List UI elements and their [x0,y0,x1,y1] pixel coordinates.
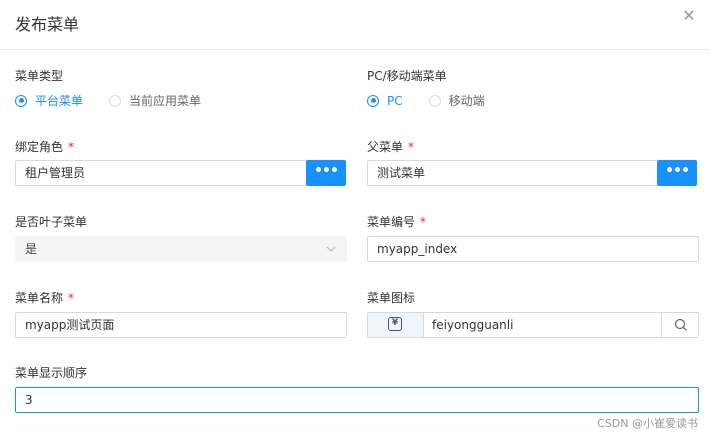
parent-menu-select-button[interactable]: ••• [657,160,697,186]
bind-role-input[interactable]: 租户管理员 [15,160,307,186]
radio-current-app-menu[interactable]: 当前应用菜单 [109,92,201,109]
display-order-label: 菜单显示顺序 [15,366,88,380]
radio-mobile[interactable]: 移动端 [428,92,485,109]
display-order-input[interactable]: 3 [15,387,699,413]
menu-code-label: 菜单编号 * [367,215,427,229]
menu-icon-search-button[interactable] [661,313,698,337]
radio-checked-icon [367,94,379,107]
radio-platform-menu[interactable]: 平台菜单 [15,92,83,109]
platform-type-field: PC/移动端菜单 PC 移动端 [367,67,697,117]
menu-code-field: 菜单编号 * myapp_index [367,213,699,263]
menu-icon-input-group: ¥ feiyongguanli [367,312,699,338]
parent-menu-input[interactable]: 测试菜单 [367,160,659,186]
menu-name-input[interactable]: myapp测试页面 [15,312,347,338]
menu-type-field: 菜单类型 平台菜单 当前应用菜单 [15,67,345,117]
display-order-field: 菜单显示顺序 3 [15,364,699,414]
radio-pc-label: PC [387,93,403,108]
bind-role-field: 绑定角色 * 租户管理员 ••• [15,138,347,188]
search-icon [674,318,687,331]
required-mark: * [68,140,75,154]
parent-menu-field: 父菜单 * 测试菜单 ••• [367,138,699,188]
menu-name-field: 菜单名称 * myapp测试页面 [15,289,347,339]
dialog-header: 发布菜单 ✕ [0,0,710,50]
bind-role-label: 绑定角色 * [15,140,75,154]
bind-role-select-button[interactable]: ••• [306,160,346,186]
menu-icon-label: 菜单图标 [367,291,416,305]
radio-unchecked-icon [428,94,441,107]
menu-icon-preview: ¥ [368,313,424,337]
chevron-down-icon [326,246,336,252]
menu-type-radio-group: 平台菜单 当前应用菜单 [15,92,227,109]
radio-platform-menu-label: 平台菜单 [35,94,84,108]
is-leaf-field: 是否叶子菜单 是 [15,213,347,263]
radio-unchecked-icon [109,94,122,107]
is-leaf-value: 是 [25,242,38,256]
radio-mobile-label: 移动端 [448,94,485,108]
menu-icon-input[interactable]: feiyongguanli [432,313,513,337]
parent-menu-label: 父菜单 * [367,140,415,154]
yen-icon: ¥ [388,317,402,331]
menu-type-label: 菜单类型 [15,69,64,83]
watermark: CSDN @小崔爱读书 [597,417,698,430]
is-leaf-select: 是 [15,236,347,262]
platform-type-label: PC/移动端菜单 [367,69,447,83]
dialog-title: 发布菜单 [15,15,80,34]
radio-pc[interactable]: PC [367,94,403,108]
is-leaf-label: 是否叶子菜单 [15,215,88,229]
required-mark: * [408,140,415,154]
required-mark: * [68,291,75,305]
menu-name-label: 菜单名称 * [15,291,75,305]
radio-checked-icon [15,94,27,107]
required-mark: * [420,215,427,229]
close-icon[interactable]: ✕ [680,7,698,25]
menu-icon-field: 菜单图标 ¥ feiyongguanli [367,289,699,339]
menu-code-input[interactable]: myapp_index [367,236,699,262]
platform-type-radio-group: PC 移动端 [367,92,511,109]
radio-current-app-menu-label: 当前应用菜单 [129,94,202,108]
